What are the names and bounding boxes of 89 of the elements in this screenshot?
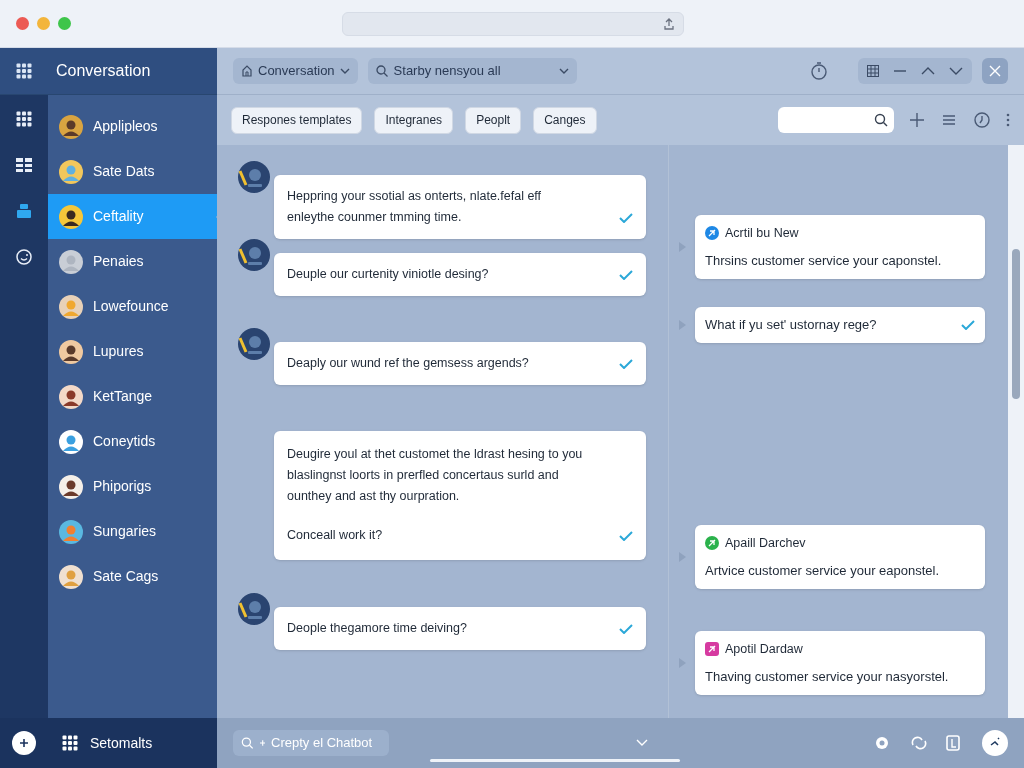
smile-icon[interactable] xyxy=(16,249,32,265)
sender-name: Apaill Darchev xyxy=(725,534,806,552)
avatar-icon xyxy=(59,429,83,454)
app-icon xyxy=(705,226,719,241)
plus-icon[interactable] xyxy=(910,113,924,127)
share-icon xyxy=(663,17,675,30)
check-icon xyxy=(619,213,633,223)
avatar-icon xyxy=(59,519,83,544)
grid-icon[interactable] xyxy=(16,63,32,79)
footer-label[interactable]: Setomalts xyxy=(90,732,153,754)
search-field[interactable]: Starby nensyou all xyxy=(367,58,577,84)
grid-icon[interactable] xyxy=(16,111,32,127)
avatar-icon xyxy=(59,114,83,139)
chevron-up-icon[interactable] xyxy=(921,65,935,77)
avatar-icon xyxy=(59,204,83,229)
sender-name: Apotil Dardaw xyxy=(725,641,803,658)
window-control[interactable] xyxy=(37,17,50,30)
message-text: Heppring your ssotial as onterts, nlate.fefal eff enleythe counmer tmming time. xyxy=(287,188,543,226)
message-text: Deople thegamore time deiving? xyxy=(287,620,468,637)
chat-input[interactable]: Crepty el Chatbot xyxy=(233,730,389,756)
avatar-icon xyxy=(59,384,83,409)
message-text: Deaply our wund ref the gemsess argends? xyxy=(287,355,530,372)
conversation-dropdown[interactable]: Conversation xyxy=(233,58,358,84)
search-icon xyxy=(241,736,254,750)
check-icon xyxy=(961,320,975,330)
tablet-icon[interactable] xyxy=(946,735,960,751)
sidebar-item[interactable]: Applipleos xyxy=(48,104,217,149)
avatar-icon xyxy=(59,474,83,499)
check-icon xyxy=(619,359,633,369)
clock-icon[interactable] xyxy=(974,112,990,128)
avatar-icon xyxy=(59,159,83,184)
more-icon[interactable] xyxy=(1006,113,1010,127)
message-text: Deugire youl at thet customet the ldrast hesing to you blaslingnst loorts in prerfled concertaus surld and ounthey and ast thy ourpration. xyxy=(287,446,584,505)
scrollbar[interactable] xyxy=(1008,145,1024,718)
avatar-icon xyxy=(59,564,83,589)
message-text: What if yu set' ustornay rege? xyxy=(705,316,877,335)
assistant-button[interactable] xyxy=(982,730,1008,756)
table-icon[interactable] xyxy=(867,65,879,77)
table-icon[interactable] xyxy=(16,157,32,173)
avatar-icon xyxy=(238,161,270,193)
sidebar-title: Conversation xyxy=(55,61,151,81)
add-button[interactable] xyxy=(12,731,36,755)
search-field[interactable] xyxy=(778,107,894,133)
avatar-icon xyxy=(238,328,270,360)
message-text: Deuple our curtenity viniotle desing? xyxy=(287,266,490,283)
check-icon xyxy=(619,624,633,634)
sync-icon[interactable] xyxy=(910,736,928,750)
window-control[interactable] xyxy=(58,17,71,30)
sidebar-item[interactable]: Phiporigs xyxy=(48,464,217,509)
app-icon xyxy=(705,536,719,551)
search-icon xyxy=(874,113,888,127)
message-text: Thaving customer service your nasyorstel. xyxy=(705,667,950,686)
filter-chip[interactable]: Canges xyxy=(533,106,597,134)
filter-chip[interactable]: Integranes xyxy=(374,106,454,134)
chevron-down-icon[interactable] xyxy=(636,739,648,747)
grid-icon[interactable] xyxy=(62,735,78,751)
sender-name: Acrtil bu New xyxy=(725,225,799,242)
avatar-icon xyxy=(238,593,270,625)
window-control[interactable] xyxy=(16,17,29,30)
sidebar-item[interactable]: Coneytids xyxy=(48,419,217,464)
search-icon xyxy=(375,65,388,77)
chevron-down-icon xyxy=(558,66,569,76)
avatar-icon xyxy=(59,339,83,364)
message-text: Thrsins customer service your caponstel. xyxy=(705,251,943,270)
home-icon xyxy=(241,65,253,77)
app-icon xyxy=(705,642,719,657)
sidebar-item[interactable]: Lupures xyxy=(48,329,217,374)
sidebar-item[interactable]: Lowefounce xyxy=(48,284,217,329)
chat-input[interactable]: Crepty el Chatbot xyxy=(271,733,381,753)
filter-chip[interactable]: Peoplt xyxy=(465,106,522,134)
sidebar-item[interactable]: Sungaries xyxy=(48,509,217,554)
sidebar-item[interactable]: Sate Dats xyxy=(48,149,217,194)
sidebar-item[interactable]: KetTange xyxy=(48,374,217,419)
avatar-icon xyxy=(59,249,83,274)
avatar-icon xyxy=(59,294,83,319)
avatar-icon xyxy=(238,239,270,271)
close-button[interactable] xyxy=(982,58,1008,84)
check-icon xyxy=(619,531,633,541)
close-icon xyxy=(989,65,1001,77)
menu-icon[interactable] xyxy=(942,113,956,127)
message-text: Artvice customer service your eaponstel. xyxy=(705,561,941,580)
sidebar-item[interactable]: Penaies xyxy=(48,239,217,284)
chevron-down-icon[interactable] xyxy=(949,65,963,77)
filter-chip[interactable]: Respones templates xyxy=(231,106,363,134)
check-icon xyxy=(619,270,633,280)
sidebar-item[interactable]: Sate Cags xyxy=(48,554,217,599)
timer-icon[interactable] xyxy=(810,62,828,80)
chevron-down-icon xyxy=(339,66,350,76)
message-text: Conceall work it? xyxy=(287,527,384,544)
